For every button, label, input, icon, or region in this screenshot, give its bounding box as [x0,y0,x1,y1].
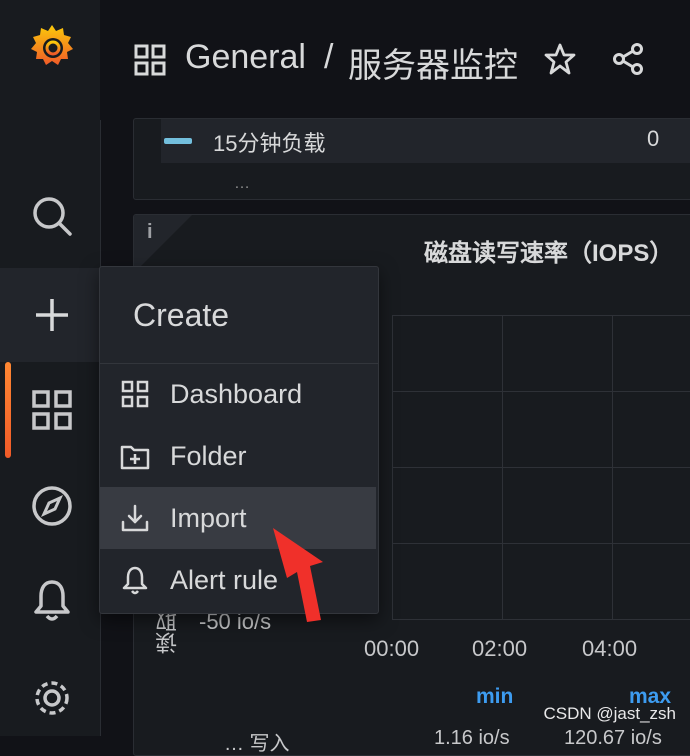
clipped-text: … [234,175,250,192]
menu-item-label: Dashboard [170,378,303,409]
legend-series-name: … 写入 [224,733,290,755]
active-indicator [5,362,11,458]
breadcrumb-folder[interactable]: General [185,38,306,77]
legend-swatch [164,138,192,144]
bell-icon[interactable] [26,574,78,626]
create-menu: Create Dashboard Folder Import Alert rul… [99,266,379,614]
search-icon[interactable] [26,190,78,242]
page-title[interactable]: 服务器监控 [348,38,518,87]
legend-min-value: 1.16 io/s [434,727,510,749]
menu-item-label: Folder [170,440,247,471]
gridline [392,543,690,544]
create-menu-title: Create [133,297,230,333]
folder-plus-icon [100,442,170,470]
import-icon [100,503,170,533]
menu-item-dashboard[interactable]: Dashboard [100,363,376,425]
menu-item-label: Import [170,502,247,533]
legend-value: 0 [647,126,660,151]
gridline [392,467,690,468]
gridline [392,619,690,620]
dashboards-icon[interactable] [134,44,166,81]
panel-title[interactable]: 磁盘读写速率（IOPS） [424,233,673,268]
info-icon[interactable]: i [147,221,153,244]
legend-row[interactable]: 15分钟负载 0 [161,119,690,163]
menu-item-label: Alert rule [170,564,279,595]
sidebar [0,0,101,736]
menu-item-folder[interactable]: Folder [100,425,376,487]
gear-icon[interactable] [26,672,78,724]
grafana-logo-icon[interactable] [24,18,80,74]
compass-icon[interactable] [26,480,78,532]
create-menu-header: Create [100,267,378,364]
breadcrumb-separator: / [324,38,334,76]
gridline [392,391,690,392]
legend-label: 15分钟负载 [213,131,326,156]
dashboard-header: General / 服务器监控 [100,0,690,120]
legend-header-min[interactable]: min [476,685,513,709]
x-tick-label: 04:00 [582,636,638,661]
dashboards-icon[interactable] [26,384,78,436]
bell-icon [100,565,170,595]
x-tick-label: 02:00 [472,636,528,661]
load-panel: 15分钟负载 0 … [133,118,690,200]
plus-icon[interactable] [26,289,78,341]
share-icon[interactable] [611,42,645,81]
legend-max-value: 120.67 io/s [564,727,662,749]
y-axis-label: 读取 [155,610,180,654]
gridline [392,315,690,316]
watermark: CSDN @jast_zsh [543,704,676,723]
star-icon[interactable] [544,43,576,80]
annotation-arrow [273,528,323,622]
x-tick-label: 00:00 [364,636,420,661]
apps-icon [100,380,170,408]
